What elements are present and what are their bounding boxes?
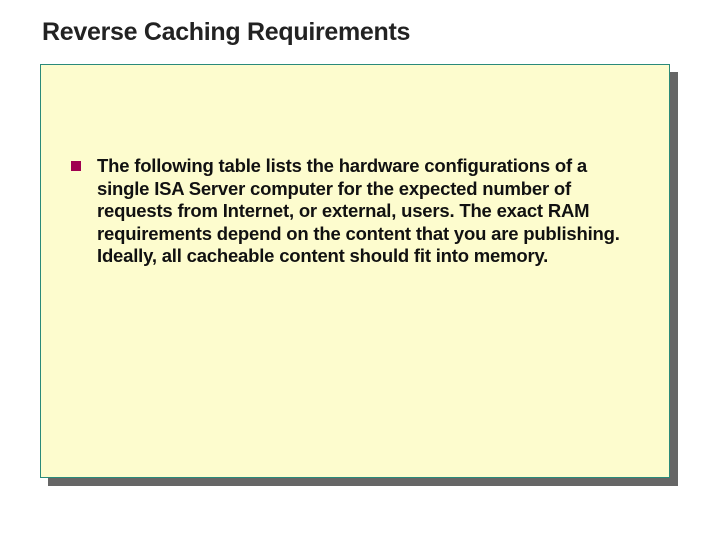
- slide-title: Reverse Caching Requirements: [42, 18, 410, 47]
- bullet-item: The following table lists the hardware c…: [71, 155, 641, 268]
- slide: Reverse Caching Requirements The followi…: [0, 0, 720, 540]
- square-bullet-icon: [71, 161, 81, 171]
- body-text: The following table lists the hardware c…: [97, 155, 641, 268]
- content-box: The following table lists the hardware c…: [40, 64, 670, 478]
